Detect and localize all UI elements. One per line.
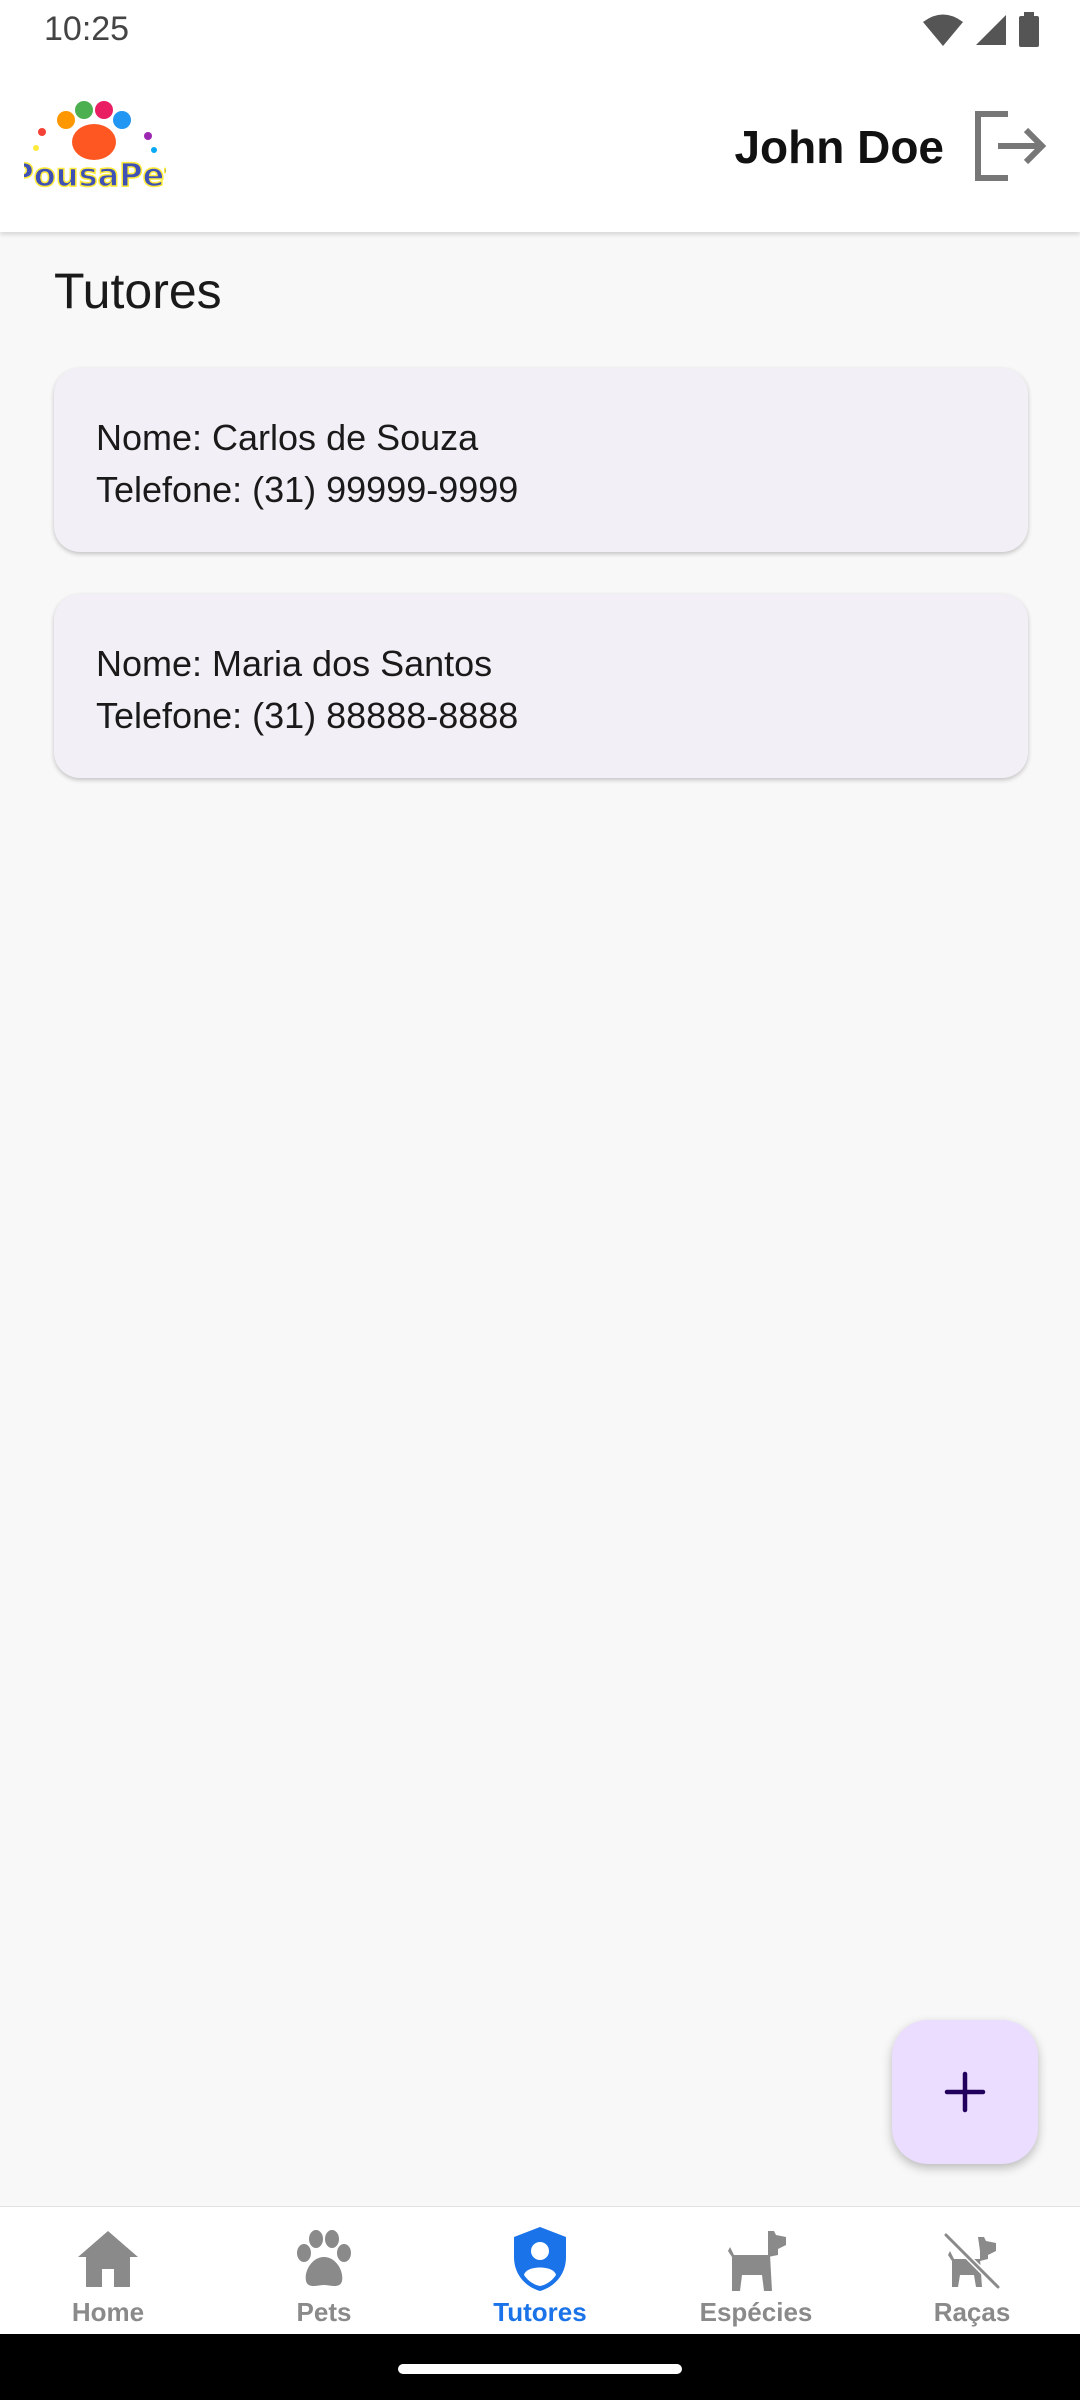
nav-label-tutores: Tutores — [493, 2297, 587, 2327]
dog-crossed-icon — [943, 2232, 1001, 2290]
logout-icon[interactable] — [970, 106, 1050, 186]
gesture-bar — [0, 2334, 1080, 2400]
paw-icon — [297, 2230, 351, 2286]
tutor-card[interactable]: Nome: Carlos de Souza Telefone: (31) 999… — [54, 368, 1028, 552]
wifi-icon — [923, 14, 963, 46]
nav-item-racas[interactable]: Raças — [864, 2207, 1080, 2334]
nav-label-home: Home — [71, 2297, 145, 2327]
nav-item-pets[interactable]: Pets — [216, 2207, 432, 2334]
user-name: John Doe — [734, 121, 944, 173]
tutor-card[interactable]: Nome: Maria dos Santos Telefone: (31) 88… — [54, 594, 1028, 778]
signal-icon — [976, 15, 1006, 45]
gesture-handle[interactable] — [398, 2364, 682, 2374]
tutor-phone: Telefone: (31) 88888-8888 — [96, 695, 519, 736]
bottom-nav: Home Pets Tutores Espécies Raças — [0, 2206, 1080, 2334]
nav-item-home[interactable]: Home — [0, 2207, 216, 2334]
tutor-phone: Telefone: (31) 99999-9999 — [96, 469, 519, 510]
home-icon — [78, 2231, 138, 2287]
status-bar: 10:25 — [0, 0, 1080, 62]
battery-icon — [1019, 12, 1039, 47]
status-time: 10:25 — [44, 10, 130, 48]
plus-icon — [944, 2071, 986, 2113]
app-header: PousaPet John Doe — [0, 62, 1080, 232]
nav-item-especies[interactable]: Espécies — [648, 2207, 864, 2334]
tutor-name: Nome: Carlos de Souza — [96, 417, 479, 458]
pousapet-logo: PousaPet — [24, 101, 166, 194]
nav-label-especies: Espécies — [699, 2297, 813, 2327]
add-tutor-button[interactable] — [892, 2020, 1038, 2164]
user-shield-icon — [514, 2227, 566, 2291]
nav-item-tutores[interactable]: Tutores — [432, 2207, 648, 2334]
dog-icon — [728, 2231, 786, 2291]
logo-text: PousaPet — [24, 156, 166, 194]
tutor-name: Nome: Maria dos Santos — [96, 643, 493, 684]
page-title: Tutores — [54, 263, 222, 319]
status-icons — [922, 12, 1040, 48]
nav-label-racas: Raças — [933, 2297, 1011, 2327]
nav-label-pets: Pets — [296, 2297, 352, 2327]
